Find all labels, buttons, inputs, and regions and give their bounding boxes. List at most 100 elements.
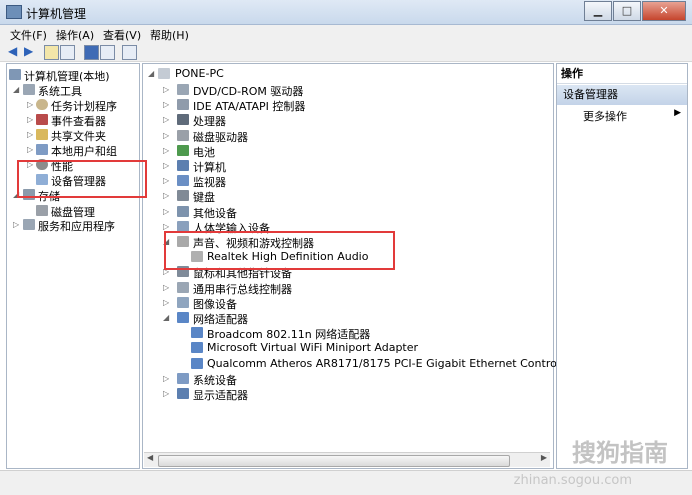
users-icon — [36, 144, 48, 155]
device-category-icon — [177, 84, 189, 95]
scrollbar-thumb[interactable] — [158, 455, 510, 467]
window-controls: ▁ □ ✕ — [583, 1, 686, 21]
menu-action[interactable]: 操作(A) — [56, 27, 94, 43]
device-category[interactable]: 计算机 — [193, 159, 226, 175]
device-category[interactable]: 网络适配器 — [193, 311, 248, 327]
device-category-icon — [177, 175, 189, 187]
tree-item-event-viewer[interactable]: 事件查看器 — [51, 113, 106, 129]
close-button[interactable]: ✕ — [642, 1, 686, 21]
expand-arrow-icon[interactable]: ▷ — [163, 283, 169, 292]
expand-arrow-icon[interactable]: ▷ — [163, 207, 169, 216]
menu-file[interactable]: 文件(F) — [10, 27, 47, 43]
watermark-logo-text: 搜狗指南 — [572, 439, 668, 467]
device-category-icon — [177, 190, 189, 202]
tree-item-computer-management[interactable]: 计算机管理(本地) — [24, 68, 110, 84]
tools-icon — [23, 84, 35, 95]
device-category[interactable]: 通用串行总线控制器 — [193, 281, 292, 297]
toolbar: ◀ ▶ — [0, 43, 692, 62]
device-category[interactable]: 图像设备 — [193, 296, 237, 312]
device-category[interactable]: 磁盘驱动器 — [193, 129, 248, 145]
actions-pane: 操作 设备管理器 更多操作 ▶ — [556, 63, 688, 469]
expand-arrow-icon[interactable]: ▷ — [163, 374, 169, 383]
computer-management-icon — [9, 69, 21, 80]
device-category-icon — [177, 312, 189, 323]
tree-item-task-scheduler[interactable]: 任务计划程序 — [51, 98, 117, 114]
device-category-icon — [177, 205, 189, 217]
tree-item-shared-folders[interactable]: 共享文件夹 — [51, 128, 106, 144]
expand-arrow-icon[interactable]: ▷ — [163, 146, 169, 155]
expand-arrow-icon[interactable]: ▷ — [163, 389, 169, 398]
tree-item-services-apps[interactable]: 服务和应用程序 — [38, 218, 115, 234]
scan-hardware-icon[interactable] — [122, 45, 137, 60]
watermark-url: zhinan.sogou.com — [513, 473, 632, 488]
device-category[interactable]: 其他设备 — [193, 205, 237, 221]
device-category-icon — [177, 281, 189, 293]
scroll-right-icon[interactable]: ▶ — [541, 453, 547, 462]
collapse-arrow-icon[interactable]: ◢ — [148, 69, 154, 78]
device-item[interactable]: Qualcomm Atheros AR8171/8175 PCI-E Gigab… — [207, 357, 582, 370]
device-category[interactable]: 处理器 — [193, 113, 226, 129]
expand-arrow-icon[interactable]: ▷ — [27, 145, 33, 154]
more-actions-link[interactable]: 更多操作 — [583, 108, 627, 124]
expand-arrow-icon[interactable]: ▷ — [163, 100, 169, 109]
expand-arrow-icon[interactable]: ▷ — [163, 191, 169, 200]
collapse-arrow-icon[interactable]: ◢ — [163, 313, 169, 322]
expand-arrow-icon[interactable]: ▷ — [163, 222, 169, 231]
disk-management-icon — [36, 205, 48, 216]
device-icon — [191, 327, 203, 339]
expand-arrow-icon[interactable]: ▷ — [27, 100, 33, 109]
submenu-arrow-icon: ▶ — [674, 108, 681, 118]
computer-management-icon — [6, 5, 22, 19]
device-category[interactable]: 监视器 — [193, 174, 226, 190]
expand-arrow-icon[interactable]: ▷ — [163, 85, 169, 94]
show-hide-tree-icon[interactable] — [60, 45, 75, 60]
device-category[interactable]: DVD/CD-ROM 驱动器 — [193, 83, 303, 99]
expand-arrow-icon[interactable]: ▷ — [27, 130, 33, 139]
forward-arrow-icon[interactable]: ▶ — [24, 45, 37, 58]
device-category-icon — [177, 160, 189, 171]
expand-arrow-icon[interactable]: ▷ — [163, 115, 169, 124]
clock-icon — [36, 99, 48, 110]
device-item[interactable]: Broadcom 802.11n 网络适配器 — [207, 326, 370, 342]
device-category-icon — [177, 144, 189, 156]
console-tree-pane: 计算机管理(本地) ◢ 系统工具 ▷ 任务计划程序 ▷ 事件查看器 ▷ 共享文件… — [6, 63, 140, 469]
device-icon — [191, 342, 203, 354]
horizontal-scrollbar[interactable]: ◀ ▶ — [144, 452, 550, 467]
event-viewer-icon — [36, 114, 48, 125]
device-icon — [191, 357, 203, 369]
help-icon[interactable] — [84, 45, 99, 60]
expand-arrow-icon[interactable]: ▷ — [163, 298, 169, 307]
device-category[interactable]: 键盘 — [193, 189, 215, 205]
device-item[interactable]: Microsoft Virtual WiFi Miniport Adapter — [207, 341, 418, 354]
actions-selected-item[interactable]: 设备管理器 — [557, 85, 687, 105]
scroll-left-icon[interactable]: ◀ — [147, 453, 153, 462]
device-category[interactable]: IDE ATA/ATAPI 控制器 — [193, 98, 305, 114]
highlight-sound-controller — [164, 231, 395, 270]
menu-help[interactable]: 帮助(H) — [150, 27, 189, 43]
watermark-logo: 搜狗指南 — [572, 433, 668, 468]
tree-item-system-tools[interactable]: 系统工具 — [38, 83, 82, 99]
highlight-device-manager — [17, 160, 147, 198]
menu-bar: 文件(F) 操作(A) 查看(V) 帮助(H) — [0, 25, 692, 43]
back-arrow-icon[interactable]: ◀ — [8, 45, 21, 58]
up-folder-icon[interactable] — [44, 45, 59, 60]
minimize-button[interactable]: ▁ — [584, 1, 612, 21]
maximize-button[interactable]: □ — [613, 1, 641, 21]
device-category[interactable]: 系统设备 — [193, 372, 237, 388]
device-category[interactable]: 电池 — [193, 144, 215, 160]
expand-arrow-icon[interactable]: ▷ — [163, 176, 169, 185]
device-category-icon — [177, 296, 189, 308]
properties-icon[interactable] — [100, 45, 115, 60]
expand-arrow-icon[interactable]: ▷ — [163, 161, 169, 170]
expand-arrow-icon[interactable]: ▷ — [163, 131, 169, 140]
collapse-arrow-icon[interactable]: ◢ — [13, 85, 19, 94]
tree-item-local-users-groups[interactable]: 本地用户和组 — [51, 143, 117, 159]
device-tree-root[interactable]: PONE-PC — [175, 67, 224, 80]
window-title: 计算机管理 — [26, 7, 87, 21]
device-category[interactable]: 显示适配器 — [193, 387, 248, 403]
expand-arrow-icon[interactable]: ▷ — [13, 220, 19, 229]
menu-view[interactable]: 查看(V) — [103, 27, 141, 43]
expand-arrow-icon[interactable]: ▷ — [27, 115, 33, 124]
device-category-icon — [177, 129, 189, 141]
device-category-icon — [177, 388, 189, 399]
